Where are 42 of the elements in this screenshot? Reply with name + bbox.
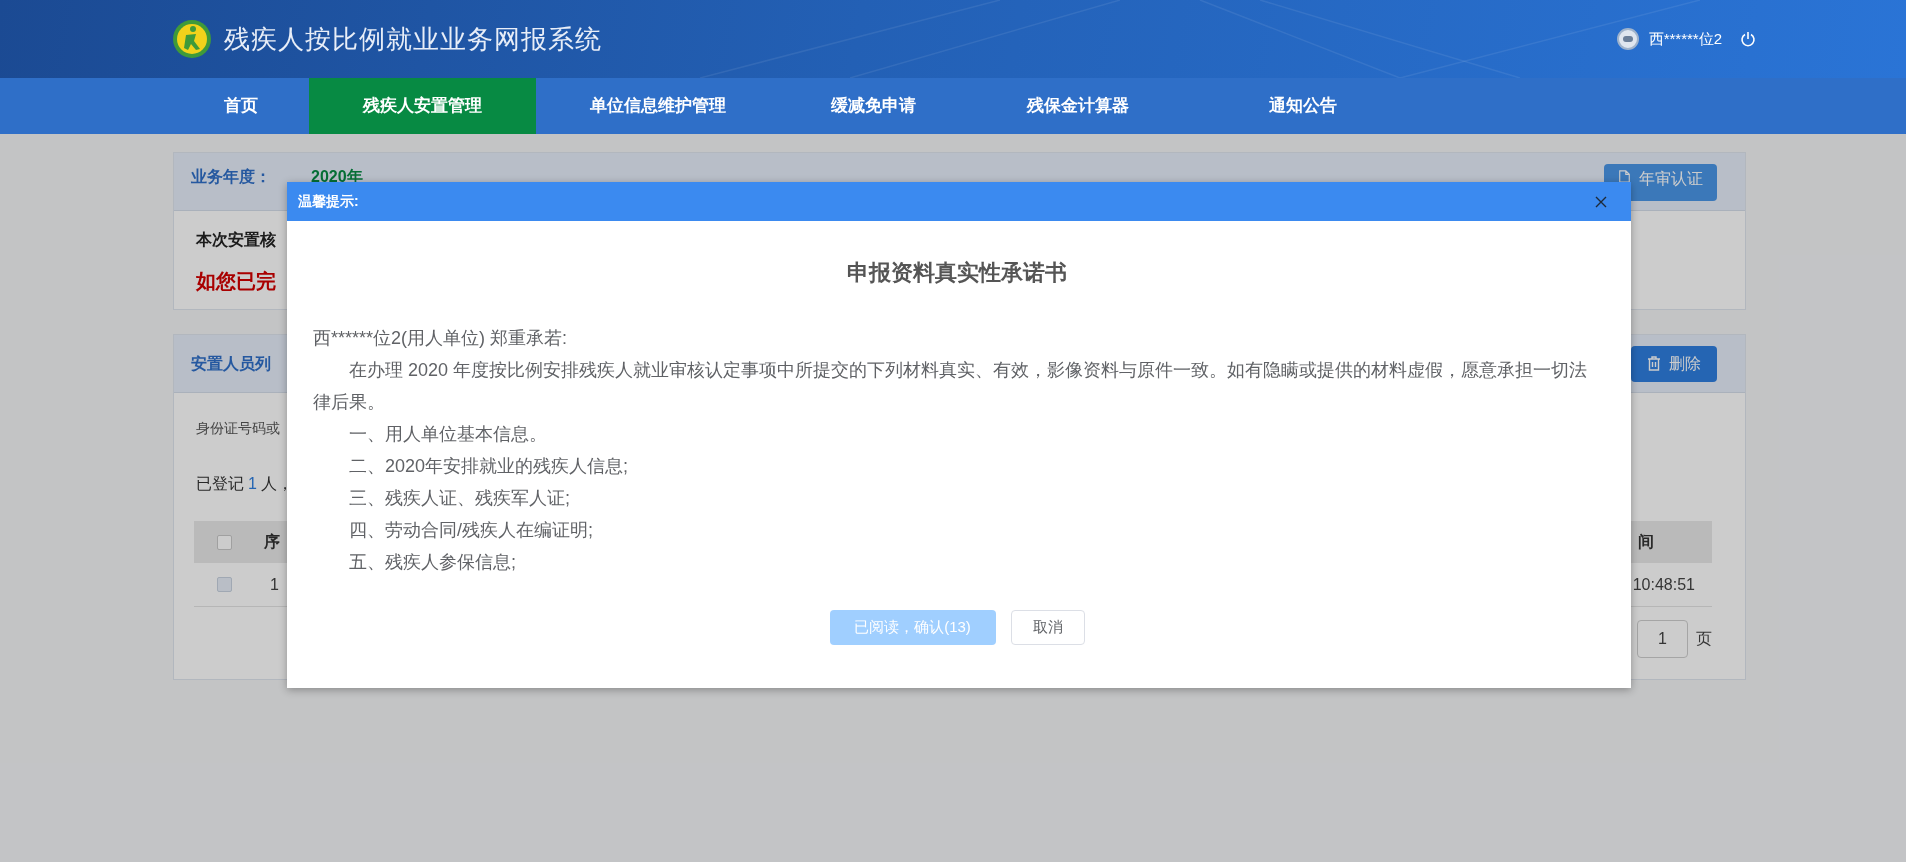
page-suffix: 页 — [1696, 629, 1712, 649]
count-unit: 人， — [260, 474, 293, 494]
year-label: 业务年度： — [191, 167, 271, 187]
pledge-item: 三、残疾人证、残疾军人证; — [349, 487, 570, 510]
pledge-item: 四、劳动合同/残疾人在编证明; — [349, 519, 593, 542]
nav-tab[interactable]: 残保金计算器 — [966, 78, 1189, 134]
table-cell-text: 10:48:51 — [1632, 574, 1695, 595]
table-cell-text: 1 — [270, 574, 279, 595]
site-title: 残疾人按比例就业业务网报系统 — [224, 22, 602, 56]
avatar-icon — [1616, 28, 1639, 50]
nav-tab[interactable]: 残疾人安置管理 — [309, 78, 536, 134]
search-label: 身份证号码或 — [196, 419, 280, 438]
dialog-heading: 申报资料真实性承诺书 — [847, 261, 1067, 285]
user-name: 西******位2 — [1648, 28, 1722, 49]
page-input[interactable]: 1 — [1637, 620, 1688, 658]
warning-text: 如您已完 — [196, 269, 276, 294]
pledge-item: 二、2020年安排就业的残疾人信息; — [349, 455, 629, 478]
count-label: 已登记 — [196, 474, 244, 494]
dialog-title: 温馨提示: — [298, 192, 359, 211]
panel-title: 安置人员列 — [191, 353, 271, 374]
nav-tab[interactable]: 缓减免申请 — [780, 78, 966, 134]
pledge-item: 五、残疾人参保信息; — [349, 551, 516, 574]
pledge-paragraph: 在办理 2020 年度按比例安排残疾人就业审核认定事项中所提交的下列材料真实、有效，影像资料与原件一致。如有隐瞒或提供的材料虚假，愿意承担一切法律后果。 — [313, 359, 1589, 414]
logo-icon — [172, 19, 212, 59]
document-icon — [1618, 170, 1631, 183]
notice-text: 本次安置核 — [196, 230, 276, 250]
year-value: 2020年 — [311, 167, 363, 187]
nav-tab[interactable]: 首页 — [173, 78, 309, 134]
checkbox[interactable] — [217, 534, 232, 550]
nav-tab[interactable]: 通知公告 — [1189, 78, 1417, 134]
column-header: 序 — [264, 532, 280, 552]
delete-button[interactable]: 删除 — [1631, 345, 1717, 382]
count-value: 1 — [248, 474, 257, 494]
trash-icon — [1647, 356, 1661, 371]
column-header: 间 — [1638, 532, 1654, 552]
nav-tab[interactable]: 单位信息维护管理 — [536, 78, 780, 134]
pledge-intro: 西******位2(用人单位) 郑重承若: — [313, 327, 568, 350]
pledge-item: 一、用人单位基本信息。 — [349, 423, 547, 446]
power-icon[interactable] — [1740, 31, 1756, 47]
cancel-button[interactable]: 取消 — [1010, 610, 1085, 645]
close-icon[interactable] — [1595, 195, 1607, 208]
checkbox[interactable] — [217, 577, 232, 592]
